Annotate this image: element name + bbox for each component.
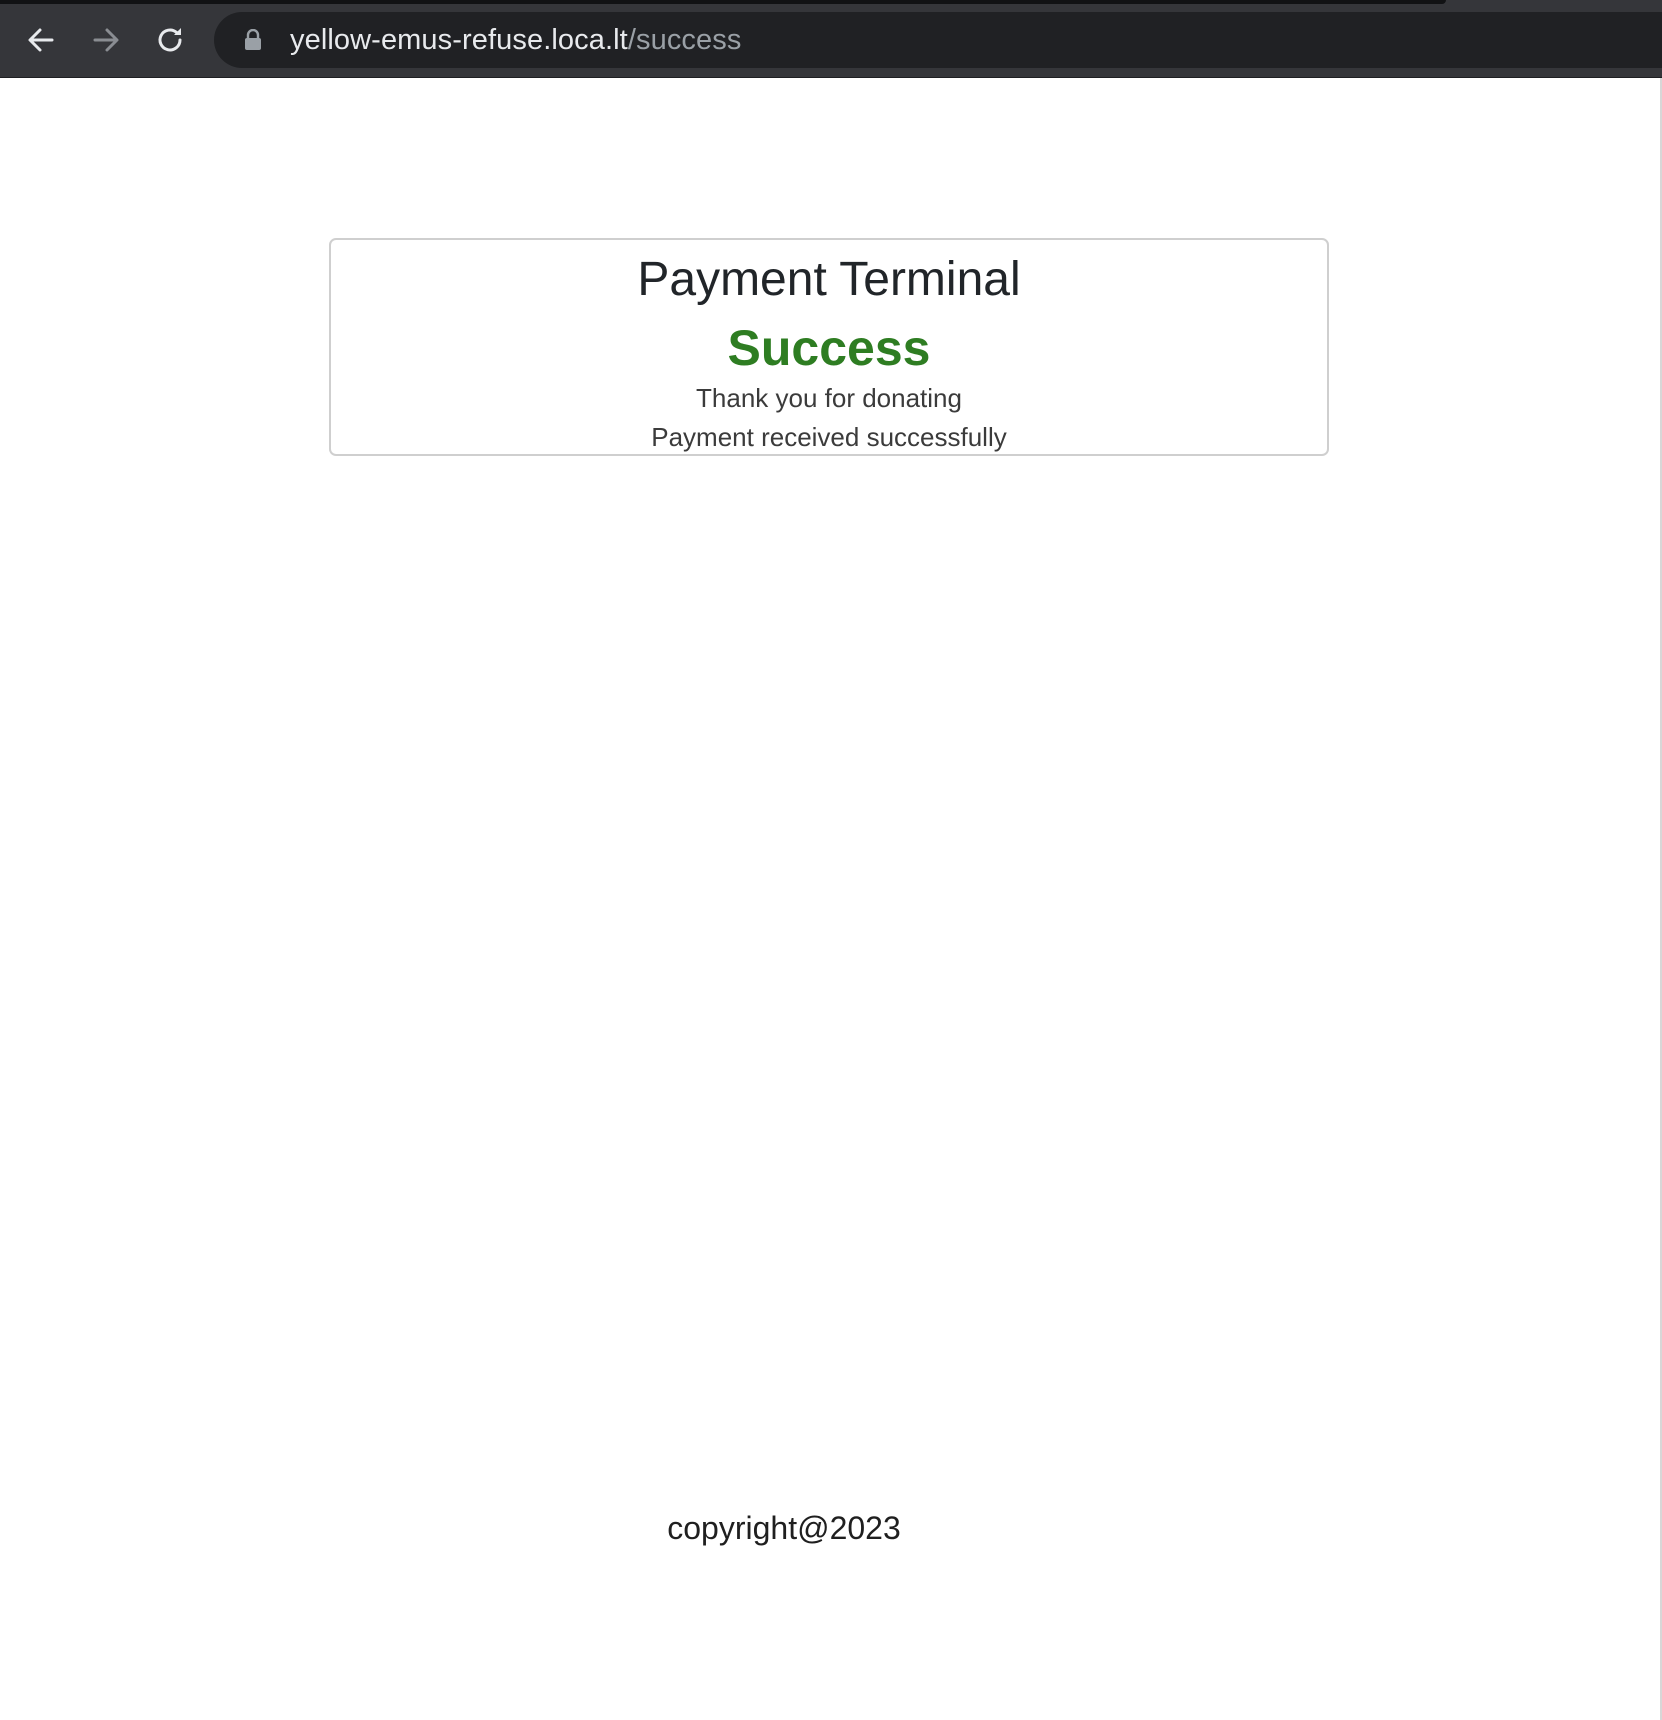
thank-you-message: Thank you for donating xyxy=(696,383,962,413)
forward-arrow-icon xyxy=(93,28,119,52)
footer-copyright: copyright@2023 xyxy=(667,1510,901,1546)
status-heading: Success xyxy=(727,320,931,376)
reload-icon xyxy=(158,28,182,52)
address-bar[interactable]: yellow-emus-refuse.loca.lt/success xyxy=(214,12,1662,68)
payment-status-card: Payment Terminal Success Thank you for d… xyxy=(329,238,1329,456)
page-title: Payment Terminal xyxy=(637,253,1021,306)
back-arrow-icon xyxy=(28,28,54,52)
browser-toolbar: yellow-emus-refuse.loca.lt/success xyxy=(0,0,1662,78)
back-button[interactable] xyxy=(19,18,63,62)
tab-strip-edge xyxy=(0,0,1446,4)
url-path: /success xyxy=(627,23,742,56)
forward-button[interactable] xyxy=(84,18,128,62)
url-host: yellow-emus-refuse.loca.lt xyxy=(290,23,628,56)
lock-icon[interactable] xyxy=(242,27,264,53)
url-text[interactable]: yellow-emus-refuse.loca.lt/success xyxy=(290,24,741,57)
reload-button[interactable] xyxy=(148,18,192,62)
payment-received-message: Payment received successfully xyxy=(651,422,1007,452)
